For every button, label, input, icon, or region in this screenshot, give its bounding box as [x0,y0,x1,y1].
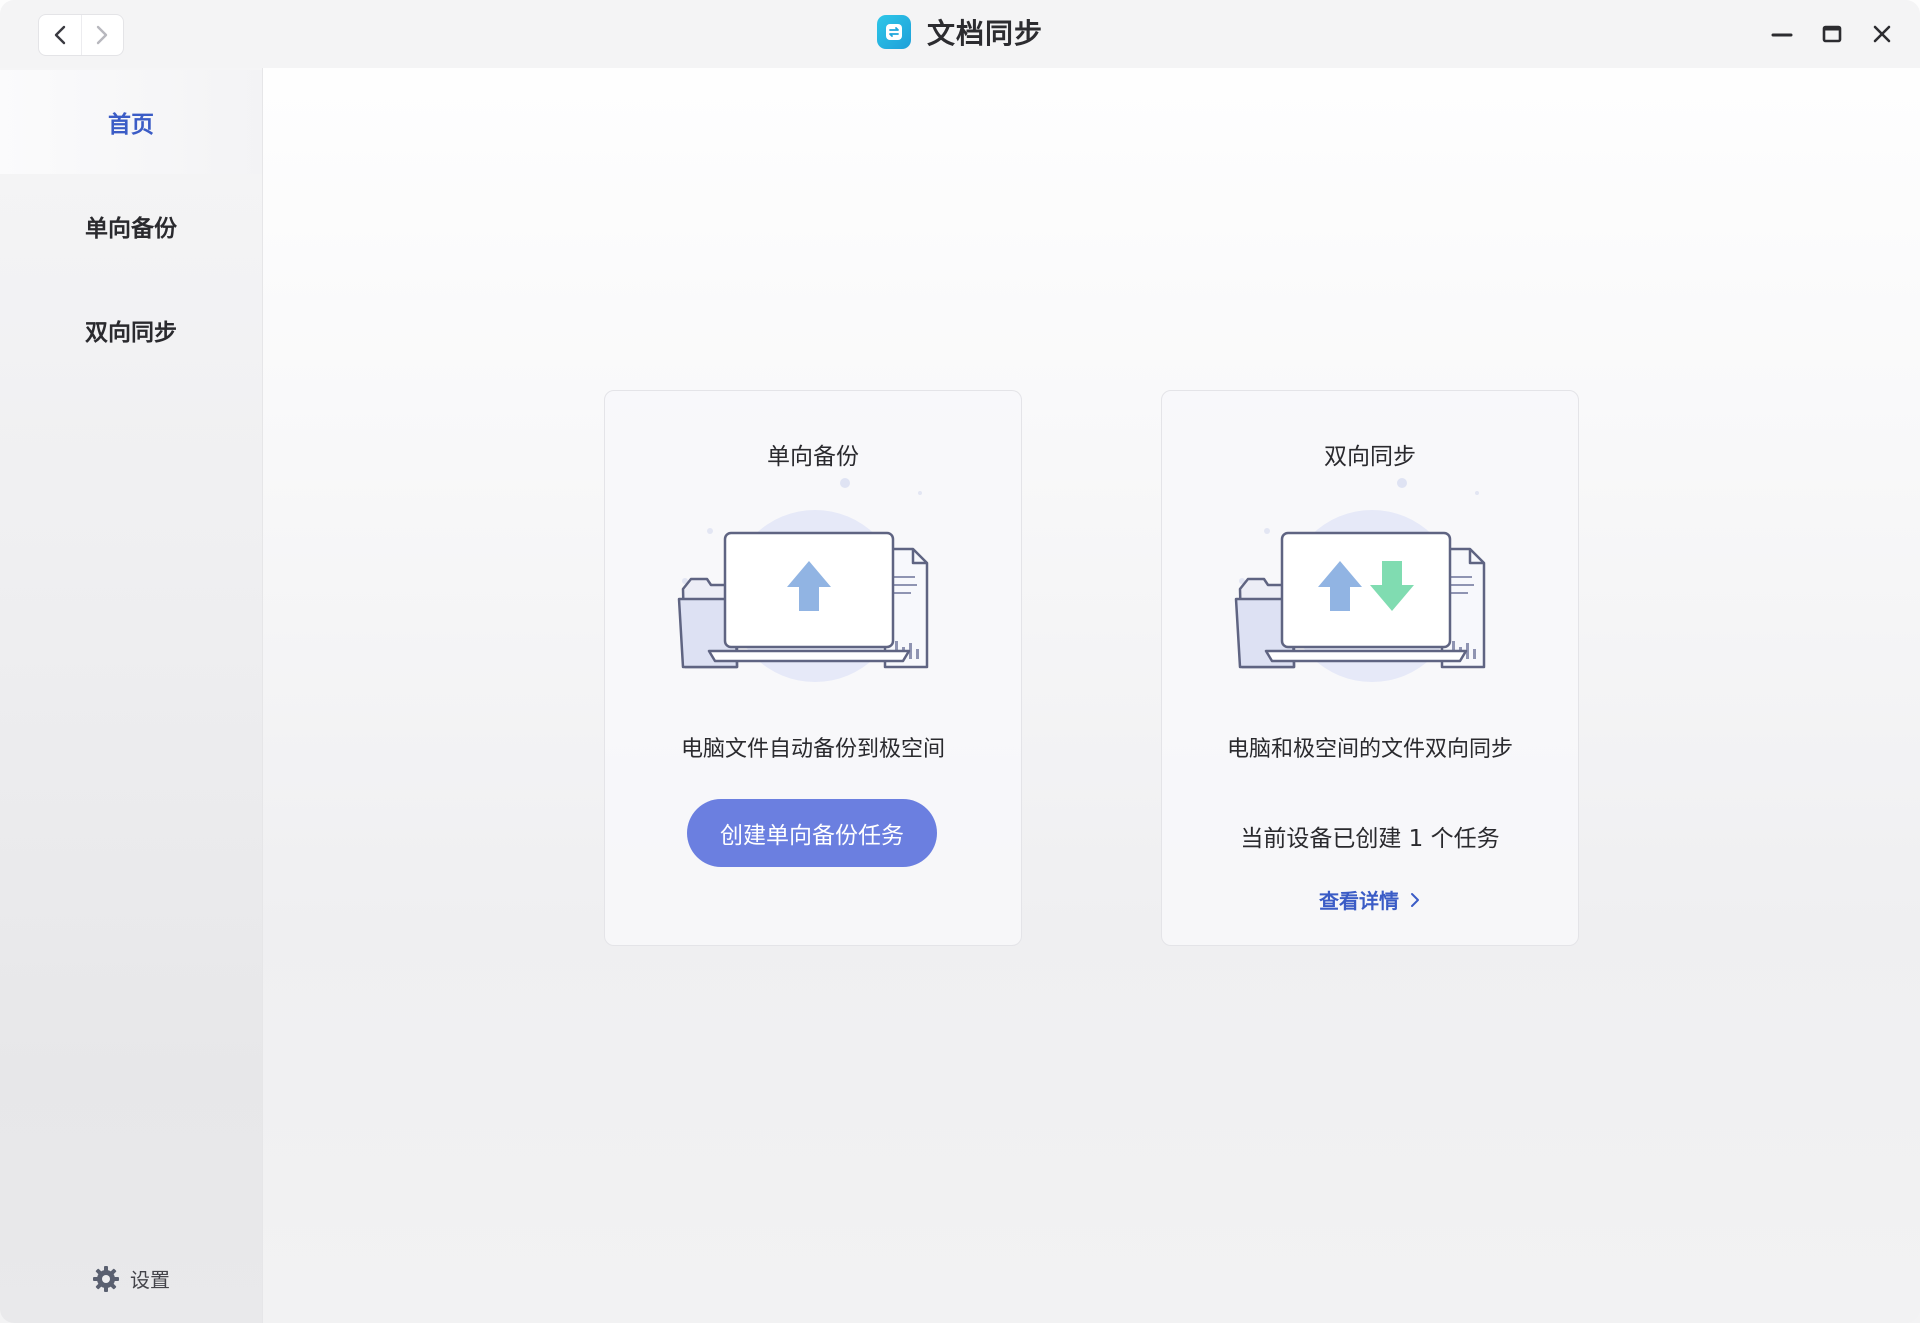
view-details-link[interactable]: 查看详情 [1162,885,1578,914]
sidebar-item-label: 首页 [108,112,154,138]
window-controls [1768,16,1896,52]
view-details-label: 查看详情 [1319,889,1399,913]
gear-icon [93,1265,119,1292]
maximize-icon [1822,25,1842,43]
upload-laptop-illustration [677,478,929,682]
sidebar-item-one-way-backup[interactable]: 单向备份 [0,174,262,278]
sidebar-item-two-way-sync[interactable]: 双向同步 [0,278,262,382]
sync-card-description: 电脑和极空间的文件双向同步 [1226,737,1513,762]
minimize-button[interactable] [1768,16,1796,52]
app-logo-icon [876,15,911,49]
sidebar-item-label: 双向同步 [85,320,177,346]
sidebar-item-home[interactable]: 首页 [0,70,262,174]
close-button[interactable] [1868,16,1896,52]
maximize-button[interactable] [1818,16,1846,52]
sync-card: 双向同步 电脑和极空间的文件双向同步 当前设备已创建 1 个任务 查看详情 [1161,390,1579,946]
title-bar: 文档同步 [0,0,1920,68]
settings-label: 设置 [130,1268,170,1292]
chevron-right-icon [1411,892,1419,907]
create-backup-task-button[interactable]: 创建单向备份任务 [687,799,937,867]
app-title-group: 文档同步 [0,12,1920,52]
sidebar-item-label: 单向备份 [85,216,177,242]
settings-button[interactable]: 设置 [92,1264,170,1293]
sync-laptop-illustration [1234,478,1486,682]
app-title: 文档同步 [926,17,1043,50]
close-icon [1873,25,1891,43]
backup-card-title: 单向备份 [767,444,859,470]
backup-card-description: 电脑文件自动备份到极空间 [680,737,945,762]
minimize-icon [1771,33,1793,37]
sidebar: 首页 单向备份 双向同步 设置 [0,68,263,1323]
app-window: 文档同步 首页 单向备份 双向同步 设置 单向备份 电脑文件自动备份到极空间 创… [0,0,1920,1323]
sync-task-count: 当前设备已创建 1 个任务 [1240,826,1500,852]
backup-card: 单向备份 电脑文件自动备份到极空间 创建单向备份任务 [604,390,1022,946]
sync-card-title: 双向同步 [1324,444,1416,470]
